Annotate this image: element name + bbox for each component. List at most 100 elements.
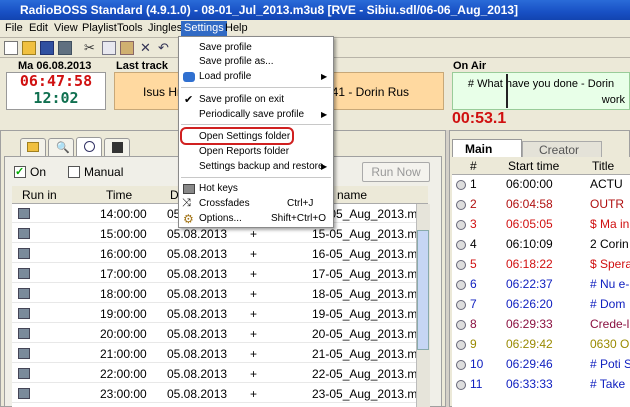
col-start-time[interactable]: Start time <box>508 159 559 173</box>
playlist-cell-title: $ Ma in <box>590 217 630 231</box>
menu-jingles[interactable]: Jingles <box>148 22 182 34</box>
undo-icon[interactable]: ↶ <box>158 41 172 55</box>
clock-icon <box>84 141 95 152</box>
schedule-scrollbar-thumb[interactable] <box>417 230 429 350</box>
on-air-cursor <box>506 74 508 108</box>
schedule-row[interactable]: 21:00:00 05.08.2013 +21-05_Aug_2013.m3 <box>12 344 416 363</box>
event-icon <box>18 268 30 279</box>
menu-periodically-save-profile[interactable]: Periodically save profile <box>199 109 304 120</box>
playlist-header: # Start time Title <box>452 157 630 175</box>
playlist-row[interactable]: 5 06:18:22 $ Spera <box>452 255 630 274</box>
event-icon <box>18 328 30 339</box>
menu-save-profile[interactable]: Save profile <box>199 42 252 53</box>
schedule-row[interactable]: 16:00:00 05.08.2013 +16-05_Aug_2013.m3 <box>12 244 416 263</box>
playlist-cell-num: 11 <box>470 377 483 391</box>
last-track-label: Last track <box>116 60 168 72</box>
tab-folder[interactable] <box>20 138 46 156</box>
copy-icon[interactable] <box>102 41 116 55</box>
on-air-label: On Air <box>453 60 487 72</box>
playlist-row[interactable]: 10 06:29:46 # Poti S <box>452 355 630 374</box>
track-icon <box>456 360 466 370</box>
playlist-row[interactable]: 8 06:29:33 Crede-l <box>452 315 630 334</box>
submenu-arrow-icon: ▶ <box>321 72 328 81</box>
schedule-row[interactable]: 20:00:00 05.08.2013 +20-05_Aug_2013.m3 <box>12 324 416 343</box>
playlist-cell-num: 6 <box>470 277 477 291</box>
tab-main[interactable]: Main <box>452 139 522 157</box>
check-icon: ✔ <box>184 94 194 106</box>
playlist-row[interactable]: 4 06:10:09 2 Corin <box>452 235 630 254</box>
playlist-row[interactable]: 11 06:33:33 # Take <box>452 375 630 394</box>
playlist-row[interactable]: 9 06:29:42 0630 O <box>452 335 630 354</box>
playlist-cell-title: Crede-l <box>590 317 630 331</box>
col-time[interactable]: Time <box>106 188 132 202</box>
schedule-row[interactable]: 22:00:00 05.08.2013 +22-05_Aug_2013.m3 <box>12 364 416 383</box>
open-folder-icon[interactable] <box>22 41 36 55</box>
col-run-in[interactable]: Run in <box>22 188 57 202</box>
on-checkbox[interactable]: ✓ <box>14 166 26 178</box>
schedule-row[interactable]: 18:00:00 05.08.2013 +18-05_Aug_2013.m3 <box>12 284 416 303</box>
menu-options[interactable]: Options... <box>199 213 242 224</box>
menu-settings[interactable]: Settings <box>181 21 227 37</box>
delete-icon[interactable]: ✕ <box>140 41 154 55</box>
menu-settings-backup-restore[interactable]: Settings backup and restore <box>199 161 324 172</box>
track-icon <box>456 180 466 190</box>
col-number[interactable]: # <box>470 159 477 173</box>
folder-icon <box>27 142 39 152</box>
current-time: 06:47:58 <box>19 72 93 90</box>
playlist-row[interactable]: 6 06:22:37 # Nu e- <box>452 275 630 294</box>
playlist-row[interactable]: 1 06:00:00 ACTU <box>452 175 630 194</box>
menu-edit[interactable]: Edit <box>29 22 48 34</box>
menu-playlist[interactable]: Playlist <box>82 22 117 34</box>
playlist-row[interactable]: 3 06:05:05 $ Ma in <box>452 215 630 234</box>
menu-help[interactable]: Help <box>225 22 248 34</box>
cut-icon[interactable]: ✂ <box>84 41 98 55</box>
schedule-row[interactable]: 19:00:00 05.08.2013 +19-05_Aug_2013.m3 <box>12 304 416 323</box>
menu-tools[interactable]: Tools <box>117 22 143 34</box>
track-icon <box>456 260 466 270</box>
paste-icon[interactable] <box>120 41 134 55</box>
manual-checkbox[interactable] <box>68 166 80 178</box>
event-icon <box>18 348 30 359</box>
menu-hot-keys[interactable]: Hot keys <box>199 183 238 194</box>
new-file-icon[interactable] <box>4 41 18 55</box>
menu-open-reports-folder[interactable]: Open Reports folder <box>199 146 289 157</box>
event-icon <box>18 228 30 239</box>
tab-extra[interactable] <box>104 138 130 156</box>
track-icon <box>456 240 466 250</box>
schedule-row[interactable]: 17:00:00 05.08.2013 +17-05_Aug_2013.m3 <box>12 264 416 283</box>
playlist-cell-start: 06:00:00 <box>506 177 553 191</box>
menu-save-profile-as[interactable]: Save profile as... <box>199 56 273 67</box>
menu-crossfades[interactable]: Crossfades <box>199 198 250 209</box>
crossfade-icon: ⤨ <box>182 197 191 209</box>
event-icon <box>18 368 30 379</box>
playlist-cell-num: 2 <box>470 197 477 211</box>
col-title[interactable]: Title <box>592 159 614 173</box>
playlist-row[interactable]: 7 06:26:20 # Dom <box>452 295 630 314</box>
menu-file[interactable]: File <box>5 22 23 34</box>
playlist-cell-start: 06:26:20 <box>506 297 553 311</box>
tab-scheduler[interactable] <box>76 137 102 156</box>
menu-view[interactable]: View <box>54 22 78 34</box>
save-icon[interactable] <box>40 41 54 55</box>
tab-creator[interactable]: Creator <box>522 141 602 157</box>
menu-separator <box>181 87 331 88</box>
playlist-row[interactable]: 2 06:04:58 OUTR <box>452 195 630 214</box>
playlist-cell-title: # Take <box>590 377 626 391</box>
schedule-row[interactable]: 23:00:00 05.08.2013 +23-05_Aug_2013.m3 <box>12 384 416 403</box>
menu-separator <box>181 177 331 178</box>
col-name[interactable]: name <box>337 188 367 202</box>
menu-load-profile[interactable]: Load profile <box>199 71 251 82</box>
run-now-button[interactable]: Run Now <box>362 162 430 182</box>
playlist-cell-title: $ Spera <box>590 257 630 271</box>
search-icon: 🔍 <box>56 142 70 154</box>
playlist-cell-title: OUTR <box>590 197 624 211</box>
event-icon <box>18 308 30 319</box>
save-as-icon[interactable] <box>58 41 72 55</box>
playlist-cell-start: 06:18:22 <box>506 257 553 271</box>
playlist-cell-num: 1 <box>470 177 477 191</box>
tab-search[interactable]: 🔍 <box>48 138 74 156</box>
playlist-cell-title: # Poti S <box>590 357 630 371</box>
menu-save-profile-on-exit[interactable]: Save profile on exit <box>199 94 284 105</box>
playlist-cell-start: 06:33:33 <box>506 377 553 391</box>
highlight-annotation <box>180 127 294 145</box>
